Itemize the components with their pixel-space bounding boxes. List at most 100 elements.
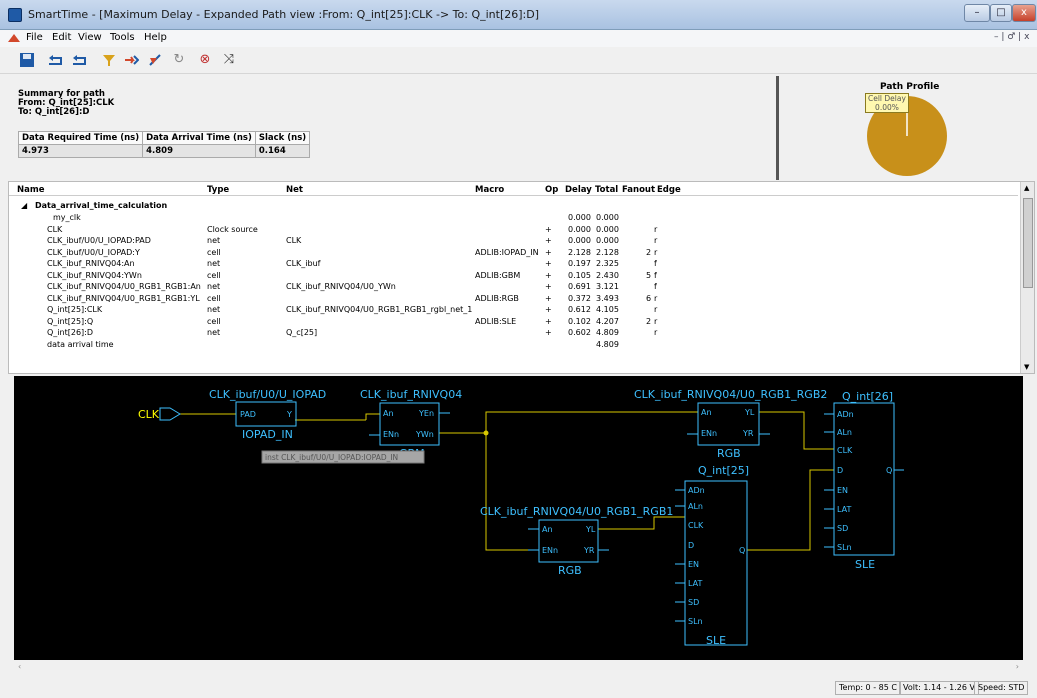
maximize-button[interactable]: □	[990, 4, 1012, 22]
cell-delay: 0.372	[568, 293, 591, 303]
open-left-icon[interactable]	[46, 52, 64, 68]
header-fanout[interactable]: Fanout	[622, 185, 655, 195]
vertical-scrollbar[interactable]: ▲ ▼	[1020, 182, 1034, 373]
menu-tools[interactable]: Tools	[110, 32, 135, 43]
crossprobe-icon[interactable]: ⤨	[220, 52, 238, 68]
col-data-required-time: Data Required Time (ns)	[17, 131, 144, 145]
q26-pin-d: D	[837, 466, 843, 475]
table-row[interactable]: CLK Clock source +0.000 0.000 r	[9, 224, 1018, 235]
header-net[interactable]: Net	[286, 185, 303, 195]
collapse-arrow-icon[interactable]: ◢	[21, 201, 27, 210]
q25-pin-sd: SD	[688, 598, 699, 607]
q26-title[interactable]: Q_int[26]	[842, 390, 893, 403]
cell-type: net	[207, 236, 221, 245]
table-row[interactable]: data arrival time 4.809	[9, 339, 1018, 350]
cell-total: 4.207	[596, 316, 619, 326]
q26-pin-aln: ALn	[837, 428, 852, 437]
header-macro[interactable]: Macro	[475, 185, 504, 195]
refresh-icon[interactable]: ↻	[170, 52, 188, 68]
cell-type: cell	[207, 270, 221, 280]
menu-help[interactable]: Help	[144, 32, 167, 43]
scroll-thumb[interactable]	[1023, 198, 1033, 288]
minimize-button[interactable]: –	[964, 4, 990, 22]
table-row[interactable]: CLK_ibuf_RNIVQ04:An net CLK_ibuf +0.197 2.32…	[9, 258, 1018, 269]
cell-fanout: 2	[646, 247, 652, 257]
mdi-window-controls[interactable]: – | ♂ | x	[994, 32, 1029, 42]
cell-delay: 0.000	[568, 213, 591, 222]
table-row[interactable]: CLK_ibuf_RNIVQ04/U0_RGB1_RGB1:YL cell ADLI…	[9, 293, 1018, 304]
cell-net: CLK_ibuf	[286, 259, 321, 268]
rgb1-type: RGB	[558, 564, 582, 577]
iopad-title[interactable]: CLK_ibuf/U0/U_IOPAD	[209, 388, 326, 401]
cell-total: 3.493	[596, 293, 619, 303]
cell-name: Q_int[25]:CLK	[47, 305, 103, 314]
table-row[interactable]: Q_int[25]:Q cell ADLIB:SLE +0.102 4.207 2 r	[9, 316, 1018, 327]
probe-icon[interactable]: ⊗	[196, 52, 214, 68]
horizontal-scrollbar[interactable]: ‹ ›	[14, 660, 1023, 676]
cell-macro: ADLIB:SLE	[475, 316, 517, 326]
cell-edge: r	[654, 224, 658, 234]
save-icon[interactable]	[18, 52, 36, 68]
port-clk-label[interactable]: CLK	[138, 408, 160, 421]
iopad-type: IOPAD_IN	[242, 428, 293, 441]
scroll-up-icon[interactable]: ▲	[1024, 184, 1029, 192]
expand-icon[interactable]	[122, 52, 140, 68]
menu-file[interactable]: File	[26, 32, 43, 43]
table-row[interactable]: Q_int[26]:D net Q_c[25] +0.602 4.809 r	[9, 327, 1018, 338]
q25-pin-sln: SLn	[688, 617, 703, 626]
rgb2-title[interactable]: CLK_ibuf_RNIVQ04/U0_RGB1_RGB2	[634, 388, 827, 401]
col-data-arrival-time: Data Arrival Time (ns)	[142, 131, 256, 145]
cell-name: CLK_ibuf_RNIVQ04/U0_RGB1_RGB1:An	[47, 282, 201, 291]
collapse-icon[interactable]	[146, 52, 164, 68]
cell-delay: 0.105	[568, 270, 591, 280]
q26-pin-sln: SLn	[837, 543, 852, 552]
cell-edge: r	[654, 328, 658, 337]
scroll-right-icon[interactable]: ›	[1016, 662, 1019, 671]
scroll-down-icon[interactable]: ▼	[1024, 363, 1029, 371]
gbm-title[interactable]: CLK_ibuf_RNIVQ04	[360, 388, 462, 401]
open-right-icon[interactable]	[70, 52, 88, 68]
cell-type: cell	[207, 293, 221, 303]
table-row[interactable]: CLK_ibuf_RNIVQ04:YWn cell ADLIB:GBM +0.105 2…	[9, 270, 1018, 281]
group-label: Data_arrival_time_calculation	[35, 201, 168, 210]
table-row[interactable]: CLK_ibuf_RNIVQ04/U0_RGB1_RGB1:An net CLK_i…	[9, 281, 1018, 292]
header-total[interactable]: Total	[595, 185, 618, 195]
cell-net: CLK_ibuf_RNIVQ04/U0_YWn	[286, 282, 396, 291]
q25-pin-en: EN	[688, 560, 699, 569]
q25-pin-lat: LAT	[688, 579, 702, 588]
scroll-left-icon[interactable]: ‹	[18, 662, 21, 671]
app-menu-icon[interactable]	[8, 33, 20, 43]
schematic-view[interactable]: CLK CLK_ibuf/U0/U_IOPAD PAD Y IOPAD_IN C…	[14, 376, 1023, 660]
cell-delay: 0.000	[568, 224, 591, 234]
q26-pin-adn: ADn	[837, 410, 854, 419]
q25-title[interactable]: Q_int[25]	[698, 464, 749, 477]
filter-icon[interactable]	[100, 52, 118, 68]
cell-total: 0.000	[596, 213, 619, 222]
header-name[interactable]: Name	[17, 185, 44, 195]
header-type[interactable]: Type	[207, 185, 229, 195]
cell-type: net	[207, 328, 221, 337]
net-junction	[483, 430, 489, 436]
splitter[interactable]	[776, 76, 779, 180]
cell-fanout: 2	[646, 316, 652, 326]
menu-edit[interactable]: Edit	[52, 32, 71, 43]
header-edge[interactable]: Edge	[657, 185, 681, 195]
q25-pin-aln: ALn	[688, 502, 703, 511]
table-row[interactable]: CLK_ibuf/U0/U_IOPAD:PAD net CLK +0.000 0.000…	[9, 235, 1018, 246]
rgb1-title[interactable]: CLK_ibuf_RNIVQ04/U0_RGB1_RGB1	[480, 505, 673, 518]
table-row[interactable]: my_clk 0.000 0.000	[9, 212, 1018, 223]
cell-delay: 2.128	[568, 247, 591, 257]
q25-pin-q: Q	[739, 546, 745, 555]
status-speed: Speed: STD	[974, 681, 1029, 695]
header-op[interactable]: Op	[545, 185, 558, 195]
close-button[interactable]: x	[1012, 4, 1036, 22]
header-delay[interactable]: Delay	[565, 185, 592, 195]
cell-op: +	[545, 305, 552, 314]
tree-group-row[interactable]: ◢ Data_arrival_time_calculation	[9, 200, 1018, 211]
cell-edge: r	[654, 305, 658, 314]
table-row[interactable]: Q_int[25]:CLK net CLK_ibuf_RNIVQ04/U0_RGB1…	[9, 304, 1018, 315]
cell-op: +	[545, 236, 552, 245]
cell-total: 4.809	[596, 339, 619, 349]
menu-view[interactable]: View	[78, 32, 102, 43]
table-row[interactable]: CLK_ibuf/U0/U_IOPAD:Y cell ADLIB:IOPAD_IN +…	[9, 247, 1018, 258]
